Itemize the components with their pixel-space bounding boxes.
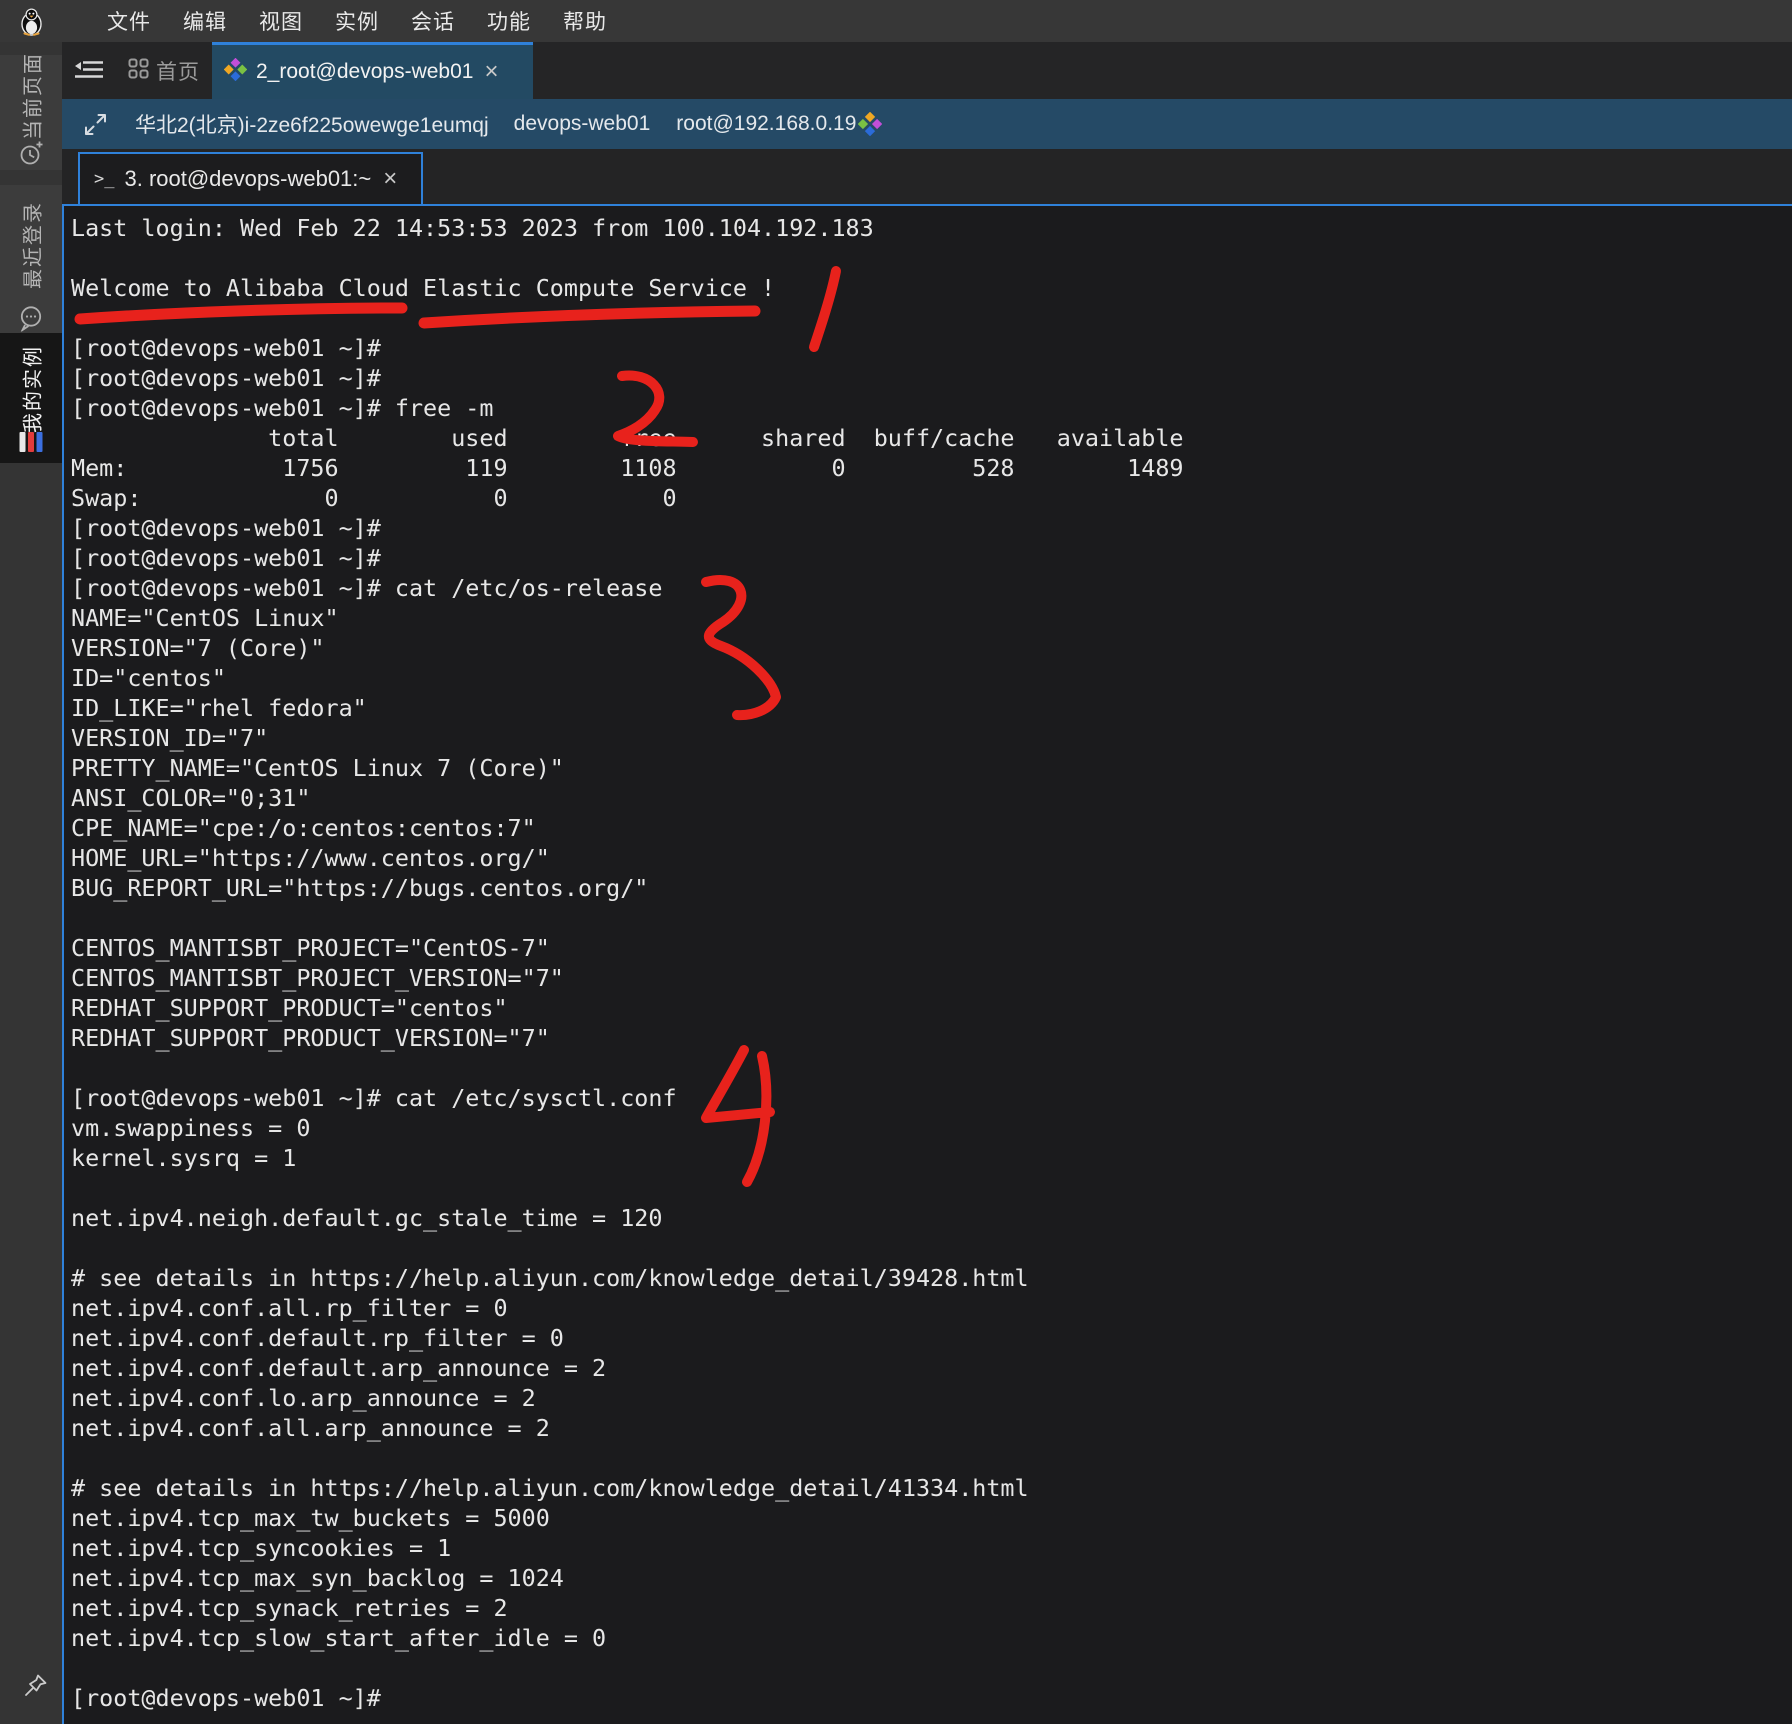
tab-home-label: 首页 [156,56,200,86]
tab-close-icon[interactable]: × [482,60,500,84]
menu-item-session[interactable]: 会话 [411,2,455,40]
sidebar: 当前页面 最近登录 我的实例 [0,42,62,1724]
hostname-text: devops-web01 [514,112,651,136]
sidebar-item-my-instances-label: 我的实例 [17,345,46,433]
pinwheel-logo-icon [224,58,247,86]
history-clock-icon [18,141,44,167]
instance-id-text: 华北2(北京)i-2ze6f225owewge1eumqj [135,109,489,139]
user-host-text: root@192.168.0.19 [676,112,856,136]
sidebar-item-current-page[interactable]: 当前页面 [0,55,62,170]
terminal-tab[interactable]: >_ 3. root@devops-web01:~ × [78,152,423,206]
menu-item-function[interactable]: 功能 [487,2,531,40]
instances-books-icon [18,430,45,454]
terminal-tab-row: >_ 3. root@devops-web01:~ × [62,149,1792,204]
sidebar-item-recent-login-label: 最近登录 [17,201,46,289]
menu-item-help[interactable]: 帮助 [563,2,607,40]
tab-session-label: 2_root@devops-web01 [256,60,473,84]
app-window: 文件 编辑 视图 实例 会话 功能 帮助 当前页面 最近登录 [0,0,1792,1724]
menu-item-file[interactable]: 文件 [107,2,151,40]
terminal-output-area[interactable]: Last login: Wed Feb 22 14:53:53 2023 fro… [62,204,1792,1724]
menu-item-edit[interactable]: 编辑 [183,2,227,40]
sidebar-item-my-instances[interactable]: 我的实例 [0,333,62,463]
terminal-text: Last login: Wed Feb 22 14:53:53 2023 fro… [71,213,1792,1713]
terminal-prompt-icon: >_ [94,169,114,189]
recent-login-chat-icon [18,305,44,332]
tux-penguin-icon [19,7,44,41]
tab-bar: 首页 2_root@devops-web01 × [62,42,1792,99]
home-grid-icon [128,58,149,84]
connection-bar: 华北2(北京)i-2ze6f225owewge1eumqj devops-web… [62,99,1792,149]
menu-bar: 文件 编辑 视图 实例 会话 功能 帮助 [0,0,1792,42]
menu-items: 文件 编辑 视图 实例 会话 功能 帮助 [0,2,607,40]
tab-home[interactable]: 首页 [122,42,206,99]
sidebar-item-current-page-label: 当前页面 [17,52,46,140]
terminal-tab-close-icon[interactable]: × [381,167,399,191]
terminal-tab-label: 3. root@devops-web01:~ [124,166,371,192]
tab-session-active[interactable]: 2_root@devops-web01 × [212,42,533,99]
menu-item-instance[interactable]: 实例 [335,2,379,40]
menu-item-view[interactable]: 视图 [259,2,303,40]
collapse-list-icon[interactable] [74,59,104,83]
pinwheel-logo-icon [858,112,882,136]
sidebar-item-recent-login[interactable]: 最近登录 [0,185,62,333]
pin-icon[interactable] [22,1672,49,1699]
expand-fullscreen-icon[interactable] [84,113,107,136]
